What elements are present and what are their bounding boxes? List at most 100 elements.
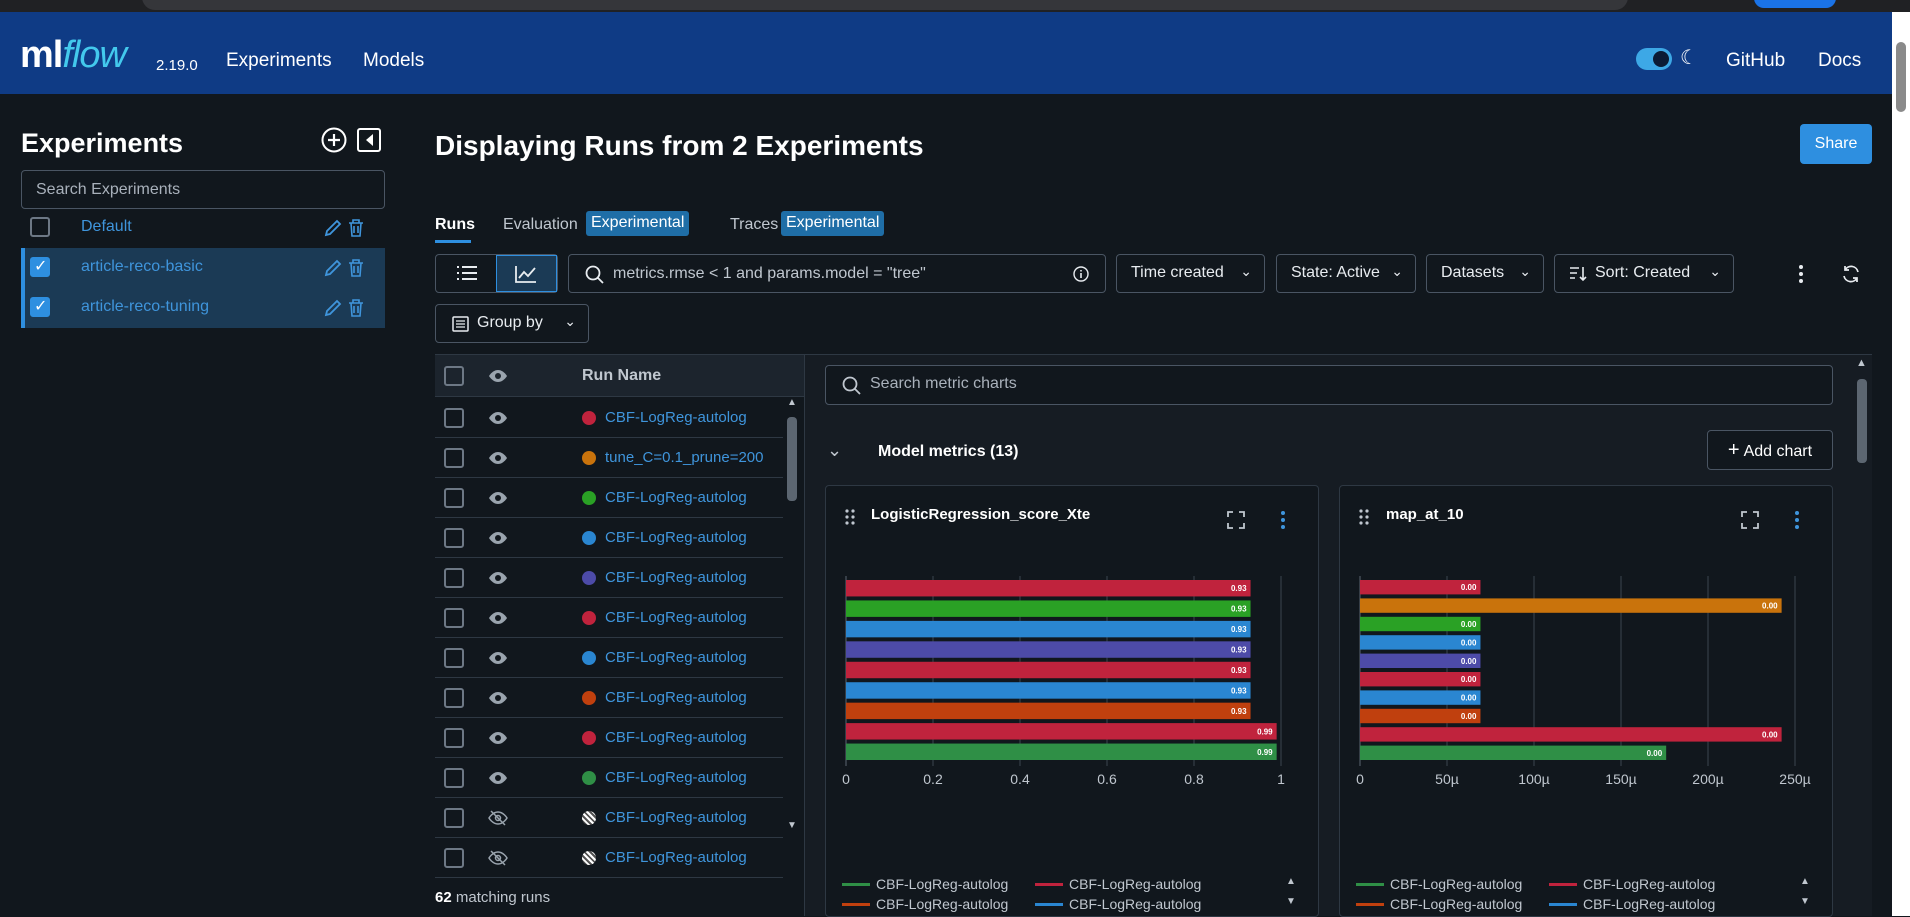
run-color-dot[interactable] — [582, 651, 596, 665]
table-row[interactable]: CBF-LogReg-autolog — [435, 758, 783, 798]
run-color-dot[interactable] — [582, 851, 596, 865]
chart-search-box[interactable] — [825, 365, 1833, 405]
state-dropdown[interactable]: State: Active ⌄ — [1276, 254, 1416, 293]
chart-view-button[interactable] — [496, 255, 557, 292]
run-name-link[interactable]: CBF-LogReg-autolog — [605, 569, 747, 586]
run-checkbox[interactable] — [444, 608, 464, 628]
experiment-checkbox[interactable] — [30, 217, 50, 237]
delete-icon[interactable] — [347, 258, 365, 278]
eye-icon[interactable] — [488, 490, 508, 506]
table-row[interactable]: CBF-LogReg-autolog — [435, 638, 783, 678]
run-color-dot[interactable] — [582, 731, 596, 745]
add-chart-button[interactable]: + Add chart — [1707, 430, 1833, 470]
dark-mode-toggle[interactable] — [1636, 48, 1672, 70]
drag-handle-icon[interactable] — [1358, 508, 1370, 526]
eye-icon[interactable] — [488, 410, 508, 426]
run-color-dot[interactable] — [582, 691, 596, 705]
nav-experiments[interactable]: Experiments — [226, 50, 332, 72]
run-name-link[interactable]: CBF-LogReg-autolog — [605, 849, 747, 866]
experiment-name[interactable]: article-reco-tuning — [81, 298, 209, 316]
share-button[interactable]: Share — [1800, 124, 1872, 164]
chart-search-input[interactable] — [870, 375, 1770, 393]
eye-icon[interactable] — [488, 530, 508, 546]
run-checkbox[interactable] — [444, 488, 464, 508]
experiment-row-article-reco-basic[interactable]: article-reco-basic — [21, 248, 385, 288]
run-checkbox[interactable] — [444, 848, 464, 868]
tab-traces[interactable]: Traces — [730, 216, 778, 234]
tab-evaluation[interactable]: Evaluation — [503, 216, 578, 234]
run-color-dot[interactable] — [582, 451, 596, 465]
experiment-row-article-reco-tuning[interactable]: article-reco-tuning — [21, 288, 385, 328]
experiment-checkbox[interactable] — [30, 256, 50, 277]
delete-icon[interactable] — [347, 298, 365, 318]
eye-icon[interactable] — [488, 610, 508, 626]
refresh-icon[interactable] — [1841, 264, 1861, 284]
run-color-dot[interactable] — [582, 491, 596, 505]
run-filter-search[interactable] — [568, 254, 1106, 293]
info-icon[interactable] — [1073, 266, 1089, 282]
experiment-row-default[interactable]: Default — [21, 208, 385, 248]
run-checkbox[interactable] — [444, 408, 464, 428]
run-color-dot[interactable] — [582, 611, 596, 625]
eye-off-icon[interactable] — [488, 850, 508, 866]
run-name-link[interactable]: CBF-LogReg-autolog — [605, 409, 747, 426]
run-checkbox[interactable] — [444, 568, 464, 588]
run-color-dot[interactable] — [582, 811, 596, 825]
run-name-link[interactable]: CBF-LogReg-autolog — [605, 809, 747, 826]
table-row[interactable]: CBF-LogReg-autolog — [435, 478, 783, 518]
run-name-link[interactable]: CBF-LogReg-autolog — [605, 769, 747, 786]
legend-scroll-arrows[interactable]: ▲ ▼ — [1284, 876, 1300, 914]
legend-item[interactable]: CBF-LogReg-autolog — [1034, 876, 1201, 892]
table-view-button[interactable] — [436, 255, 497, 292]
table-row[interactable]: CBF-LogReg-autolog — [435, 798, 783, 838]
run-name-header[interactable]: Run Name — [582, 367, 661, 385]
table-row[interactable]: tune_C=0.1_prune=200 — [435, 438, 783, 478]
delete-icon[interactable] — [347, 218, 365, 238]
collapse-sidebar-icon[interactable] — [356, 127, 382, 153]
run-filter-input[interactable] — [613, 263, 1053, 285]
fullscreen-icon[interactable] — [1226, 510, 1246, 530]
run-name-link[interactable]: CBF-LogReg-autolog — [605, 729, 747, 746]
table-row[interactable]: CBF-LogReg-autolog — [435, 518, 783, 558]
add-experiment-icon[interactable] — [321, 127, 347, 153]
run-checkbox[interactable] — [444, 688, 464, 708]
table-row[interactable]: CBF-LogReg-autolog — [435, 718, 783, 758]
chart-menu-icon[interactable] — [1794, 510, 1800, 530]
legend-item[interactable]: CBF-LogReg-autolog — [841, 896, 1008, 912]
experiment-name[interactable]: Default — [81, 218, 132, 236]
eye-off-icon[interactable] — [488, 810, 508, 826]
experiment-name[interactable]: article-reco-basic — [81, 258, 203, 276]
drag-handle-icon[interactable] — [844, 508, 856, 526]
run-color-dot[interactable] — [582, 411, 596, 425]
run-checkbox[interactable] — [444, 728, 464, 748]
eye-icon[interactable] — [488, 690, 508, 706]
table-row[interactable]: CBF-LogReg-autolog — [435, 838, 783, 878]
table-row[interactable]: CBF-LogReg-autolog — [435, 398, 783, 438]
legend-scroll-arrows[interactable]: ▲ ▼ — [1798, 876, 1814, 914]
tab-runs[interactable]: Runs — [435, 216, 475, 234]
legend-item[interactable]: CBF-LogReg-autolog — [1034, 896, 1201, 912]
datasets-dropdown[interactable]: Datasets ⌄ — [1426, 254, 1544, 293]
eye-icon[interactable] — [488, 650, 508, 666]
legend-item[interactable]: CBF-LogReg-autolog — [1355, 896, 1522, 912]
runs-scrollbar[interactable]: ▲ ▼ — [785, 397, 799, 831]
sort-dropdown[interactable]: Sort: Created ⌄ — [1554, 254, 1734, 293]
run-name-link[interactable]: tune_C=0.1_prune=200 — [605, 449, 763, 466]
eye-icon[interactable] — [488, 368, 508, 384]
eye-icon[interactable] — [488, 450, 508, 466]
run-name-link[interactable]: CBF-LogReg-autolog — [605, 609, 747, 626]
eye-icon[interactable] — [488, 570, 508, 586]
run-checkbox[interactable] — [444, 448, 464, 468]
eye-icon[interactable] — [488, 730, 508, 746]
legend-item[interactable]: CBF-LogReg-autolog — [841, 876, 1008, 892]
section-title[interactable]: Model metrics (13) — [878, 443, 1018, 461]
select-all-checkbox[interactable] — [444, 366, 464, 386]
chart-menu-icon[interactable] — [1280, 510, 1286, 530]
run-color-dot[interactable] — [582, 531, 596, 545]
run-checkbox[interactable] — [444, 808, 464, 828]
legend-item[interactable]: CBF-LogReg-autolog — [1355, 876, 1522, 892]
search-experiments-input[interactable] — [21, 170, 385, 209]
experiment-checkbox[interactable] — [30, 296, 50, 317]
run-name-link[interactable]: CBF-LogReg-autolog — [605, 529, 747, 546]
edit-icon[interactable] — [323, 298, 343, 318]
